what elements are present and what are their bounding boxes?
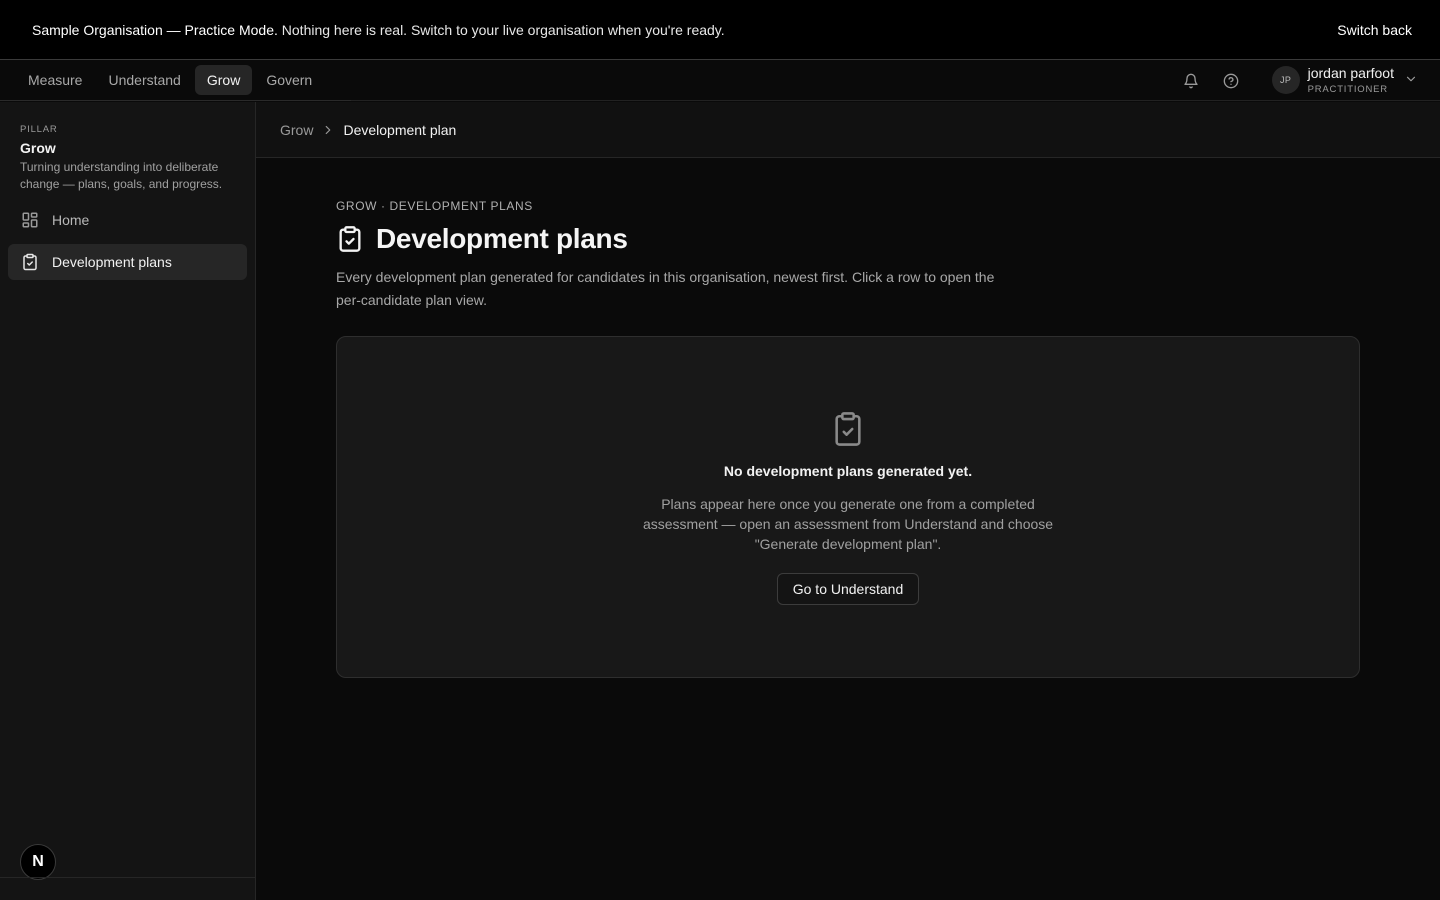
empty-state-description: Plans appear here once you generate one …: [642, 496, 1054, 552]
clipboard-check-icon: [831, 409, 865, 449]
banner-message: Sample Organisation — Practice Mode. Not…: [32, 22, 725, 38]
sidebar-footer: [0, 877, 255, 900]
sidebar-item-label: Home: [52, 212, 90, 228]
bell-icon[interactable]: [1182, 72, 1200, 90]
pillar-label: PILLAR: [20, 124, 58, 135]
sidebar-item-label: Development plans: [52, 254, 172, 270]
clipboard-check-icon: [20, 252, 40, 272]
tab-govern[interactable]: Govern: [254, 65, 324, 95]
user-info: jordan parfoot PRACTITIONER: [1308, 65, 1394, 95]
grid-icon: [20, 210, 40, 230]
pillar-tabs: Measure Understand Grow Govern: [0, 61, 351, 101]
page-eyebrow: GROW · DEVELOPMENT PLANS: [336, 199, 533, 213]
tab-grow[interactable]: Grow: [194, 65, 253, 95]
banner-strong-text: Sample Organisation — Practice Mode.: [32, 21, 278, 38]
pillar-description: Turning understanding into deliberate ch…: [20, 160, 223, 191]
sidebar-item-development-plans[interactable]: Development plans: [8, 244, 247, 280]
sidebar-item-home[interactable]: Home: [8, 202, 247, 238]
page-title: Development plans: [376, 223, 628, 254]
empty-state-card: No development plans generated yet. Plan…: [336, 336, 1360, 678]
help-icon[interactable]: [1222, 72, 1240, 90]
page-title-row: Development plans: [336, 223, 628, 255]
switch-back-button[interactable]: Switch back: [1337, 22, 1412, 38]
chevron-down-icon: [1404, 72, 1418, 89]
user-role: PRACTITIONER: [1307, 83, 1388, 95]
tab-measure[interactable]: Measure: [16, 65, 94, 95]
user-name: jordan parfoot: [1307, 65, 1394, 82]
clipboard-check-icon: [336, 223, 364, 255]
top-navigation: Measure Understand Grow Govern JP jordan…: [0, 61, 1440, 101]
practice-mode-banner: Sample Organisation — Practice Mode. Not…: [0, 0, 1440, 60]
tab-understand[interactable]: Understand: [96, 65, 192, 95]
banner-text: Nothing here is real. Switch to your liv…: [281, 21, 725, 38]
pillar-name: Grow: [20, 140, 56, 156]
breadcrumb: Grow Development plan: [256, 102, 1440, 158]
sidebar: PILLAR Grow Turning understanding into d…: [0, 102, 256, 900]
breadcrumb-current: Development plan: [343, 121, 457, 138]
go-to-understand-button[interactable]: Go to Understand: [777, 573, 919, 605]
nav-actions: JP jordan parfoot PRACTITIONER: [1182, 61, 1440, 101]
avatar: JP: [1271, 66, 1300, 95]
user-menu[interactable]: JP jordan parfoot PRACTITIONER: [1271, 65, 1418, 95]
empty-state-title: No development plans generated yet.: [723, 463, 973, 479]
chevron-right-icon: [321, 123, 335, 137]
app-logo[interactable]: N: [20, 844, 56, 880]
breadcrumb-parent[interactable]: Grow: [280, 122, 313, 138]
page-subtitle: Every development plan generated for can…: [336, 269, 995, 308]
